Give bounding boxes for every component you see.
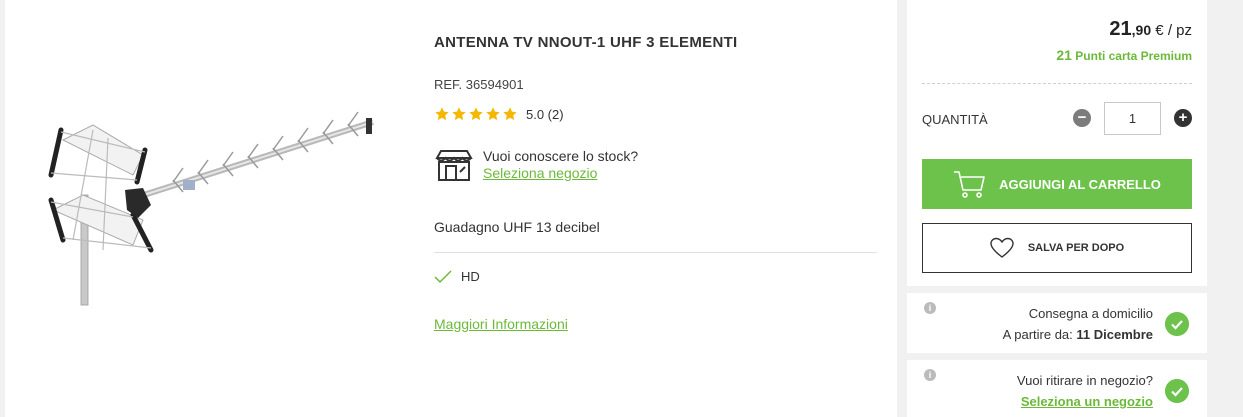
save-for-later-button[interactable]: SALVA PER DOPO [922, 223, 1192, 273]
price-decimal: ,90 [1131, 22, 1152, 38]
select-a-store-link[interactable]: Seleziona un negozio [1017, 391, 1153, 412]
star-icon [503, 107, 517, 121]
rating-stars [434, 106, 518, 122]
rating-text: 5.0 (2) [526, 106, 564, 122]
hd-feature: HD [434, 269, 480, 284]
product-main-panel: ANTENNA TV NNOUT-1 UHF 3 ELEMENTI REF. 3… [5, 0, 897, 417]
more-info-link[interactable]: Maggiori Informazioni [434, 316, 568, 333]
star-icon [452, 107, 466, 121]
points-label: Punti carta Premium [1071, 49, 1192, 63]
product-ref: REF. 36594901 [434, 77, 524, 92]
cart-icon [954, 171, 985, 198]
product-title: ANTENNA TV NNOUT-1 UHF 3 ELEMENTI [434, 34, 738, 51]
star-icon [435, 107, 449, 121]
home-delivery-prefix: A partire da: [1002, 327, 1077, 342]
premium-points: 21 Punti carta Premium [1056, 47, 1192, 63]
price-integer: 21 [1109, 18, 1132, 40]
quantity-input[interactable] [1104, 102, 1161, 135]
check-circle-icon [1165, 312, 1189, 336]
home-delivery-title: Consegna a domicilio [1028, 306, 1153, 321]
save-for-later-label: SALVA PER DOPO [1027, 242, 1125, 254]
product-rating[interactable]: 5.0 (2) [434, 106, 564, 122]
info-icon[interactable]: i [924, 302, 936, 314]
home-delivery-box: i Consegna a domicilio A partire da: 11 … [907, 293, 1207, 353]
antenna-image [48, 111, 374, 306]
product-image[interactable] [33, 100, 383, 315]
heart-icon [990, 237, 1014, 258]
hd-label: HD [461, 269, 480, 284]
divider [434, 252, 877, 253]
check-icon [434, 269, 452, 283]
home-delivery-text: Consegna a domicilio A partire da: 11 Di… [1003, 303, 1153, 345]
product-feature: Guadagno UHF 13 decibel [434, 219, 600, 235]
dashed-divider [922, 83, 1192, 84]
stock-question: Vuoi conoscere lo stock? [483, 148, 639, 164]
store-pickup-question: Vuoi ritirare in negozio? [1016, 373, 1153, 388]
check-circle-icon [1165, 379, 1189, 403]
price-box: 21,90 € / pz 21 Punti carta Premium QUAN… [907, 0, 1207, 286]
info-icon[interactable]: i [924, 369, 936, 381]
add-to-cart-button[interactable]: AGGIUNGI AL CARRELLO [922, 159, 1192, 209]
add-to-cart-label: AGGIUNGI AL CARRELLO [999, 176, 1161, 192]
price-unit: € / pz [1151, 22, 1192, 39]
store-pickup-text: Vuoi ritirare in negozio? Seleziona un n… [1017, 370, 1153, 412]
store-icon [435, 150, 473, 181]
star-icon [469, 107, 483, 121]
points-number: 21 [1056, 47, 1072, 63]
home-delivery-date-line: A partire da: 11 Dicembre [1003, 324, 1153, 345]
star-icon [486, 107, 500, 121]
purchase-sidebar: 21,90 € / pz 21 Punti carta Premium QUAN… [907, 0, 1207, 417]
price: 21,90 € / pz [1109, 18, 1192, 41]
decrease-quantity-button[interactable]: − [1073, 109, 1091, 127]
home-delivery-date: 11 Dicembre [1076, 327, 1153, 342]
stock-check: Vuoi conoscere lo stock? Seleziona negoz… [434, 148, 638, 182]
increase-quantity-button[interactable]: + [1174, 109, 1192, 127]
quantity-label: QUANTITÀ [922, 112, 988, 127]
select-store-link[interactable]: Seleziona negozio [483, 165, 638, 182]
store-pickup-box: i Vuoi ritirare in negozio? Seleziona un… [907, 360, 1207, 417]
